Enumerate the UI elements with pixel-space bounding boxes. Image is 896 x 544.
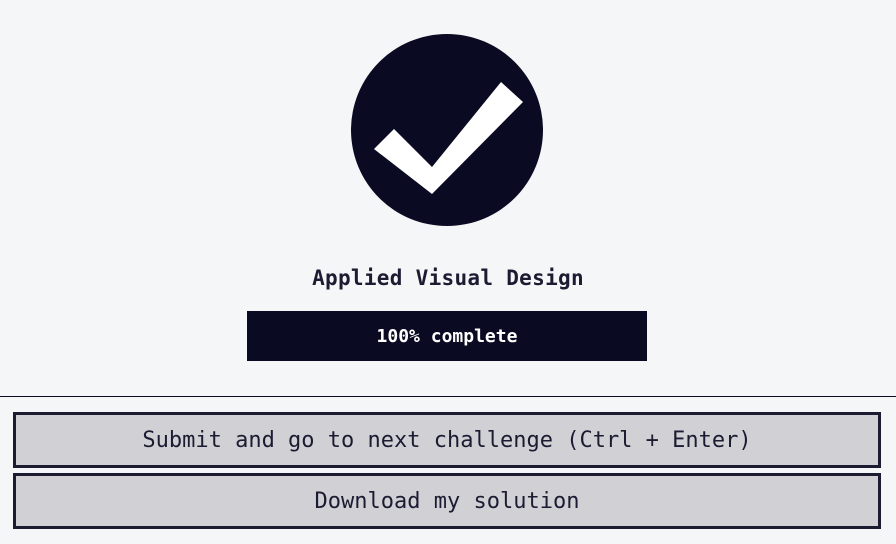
submit-next-challenge-button[interactable]: Submit and go to next challenge (Ctrl + …: [13, 412, 881, 468]
section-title: Applied Visual Design: [312, 266, 584, 290]
divider: [0, 396, 896, 397]
progress-bar: 100% complete: [247, 311, 647, 361]
download-solution-button[interactable]: Download my solution: [13, 473, 881, 529]
check-circle-icon: [351, 34, 543, 226]
progress-label: 100% complete: [376, 325, 518, 347]
